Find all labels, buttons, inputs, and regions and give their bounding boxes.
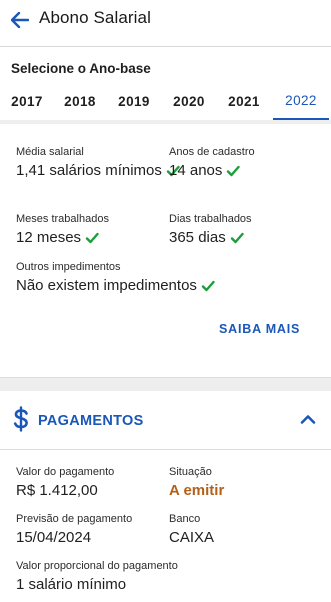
valor-proporcional-value: 1 salário mínimo (16, 576, 127, 593)
pagamentos-accordion-header[interactable]: PAGAMENTOS (0, 391, 331, 447)
outros-impedimentos-row: Não existem impedimentos (16, 277, 215, 294)
check-icon (227, 165, 241, 176)
situacao-field: Situação A emitir (169, 466, 224, 499)
anos-cadastro-label: Anos de cadastro (169, 146, 255, 158)
header-divider (0, 46, 331, 47)
dias-trabalhados-row: 365 dias (169, 229, 252, 246)
previsao-pagamento-value: 15/04/2024 (16, 529, 92, 546)
previsao-pagamento-label: Previsão de pagamento (16, 513, 133, 525)
valor-proporcional-field: Valor proporcional do pagamento 1 salári… (16, 560, 178, 593)
arrow-left-icon[interactable] (11, 12, 29, 28)
page-title: Abono Salarial (39, 8, 151, 27)
outros-impedimentos-label: Outros impedimentos (16, 261, 121, 273)
media-salarial-row: 1,41 salários mínimos (16, 162, 180, 179)
anos-cadastro-value: 14 anos (169, 162, 223, 179)
meses-trabalhados-value: 12 meses (16, 229, 82, 246)
check-icon (201, 280, 215, 291)
dollar-icon (13, 406, 28, 432)
tab-year-2021[interactable]: 2021 (221, 82, 267, 120)
previsao-pagamento-field: Previsão de pagamento 15/04/2024 (16, 513, 132, 546)
saiba-mais-button[interactable]: SAIBA MAIS (219, 322, 300, 336)
meses-trabalhados-field: Meses trabalhados 12 meses (16, 213, 109, 246)
dias-trabalhados-field: Dias trabalhados 365 dias (169, 213, 252, 246)
banco-value: CAIXA (169, 529, 215, 546)
year-tabs: 2017 2018 2019 2020 2021 2022 (0, 82, 331, 120)
valor-pagamento-label: Valor do pagamento (16, 466, 115, 478)
situacao-value: A emitir (169, 482, 225, 499)
tab-year-2019[interactable]: 2019 (111, 82, 157, 120)
banco-field: Banco CAIXA (169, 513, 214, 546)
outros-impedimentos-field: Outros impedimentos Não existem impedime… (16, 261, 215, 294)
tab-year-2020[interactable]: 2020 (166, 82, 212, 120)
dias-trabalhados-label: Dias trabalhados (169, 213, 252, 225)
check-icon (230, 232, 244, 243)
tab-year-2022[interactable]: 2022 (273, 82, 329, 120)
anos-cadastro-field: Anos de cadastro 14 anos (169, 146, 255, 179)
pagamentos-title: PAGAMENTOS (38, 413, 144, 429)
pagamentos-divider (0, 449, 331, 450)
year-selector-label: Selecione o Ano-base (11, 61, 151, 76)
situacao-label: Situação (169, 466, 212, 478)
media-salarial-value: 1,41 salários mínimos (16, 162, 162, 179)
meses-trabalhados-label: Meses trabalhados (16, 213, 109, 225)
media-salarial-label: Média salarial (16, 146, 84, 158)
anos-cadastro-row: 14 anos (169, 162, 255, 179)
check-icon (85, 232, 99, 243)
app-header: Abono Salarial (0, 0, 331, 40)
valor-pagamento-field: Valor do pagamento R$ 1.412,00 (16, 466, 114, 499)
outros-impedimentos-value: Não existem impedimentos (16, 277, 197, 294)
tab-year-2018[interactable]: 2018 (57, 82, 103, 120)
media-salarial-field: Média salarial 1,41 salários mínimos (16, 146, 180, 179)
back-button[interactable] (8, 8, 32, 32)
banco-label: Banco (169, 513, 201, 525)
valor-pagamento-value: R$ 1.412,00 (16, 482, 98, 499)
meses-trabalhados-row: 12 meses (16, 229, 109, 246)
section-separator (0, 377, 331, 391)
tab-year-2017[interactable]: 2017 (4, 82, 50, 120)
chevron-up-icon[interactable] (300, 413, 316, 425)
dias-trabalhados-value: 365 dias (169, 229, 226, 246)
tabs-divider (0, 120, 331, 124)
valor-proporcional-label: Valor proporcional do pagamento (16, 560, 178, 572)
